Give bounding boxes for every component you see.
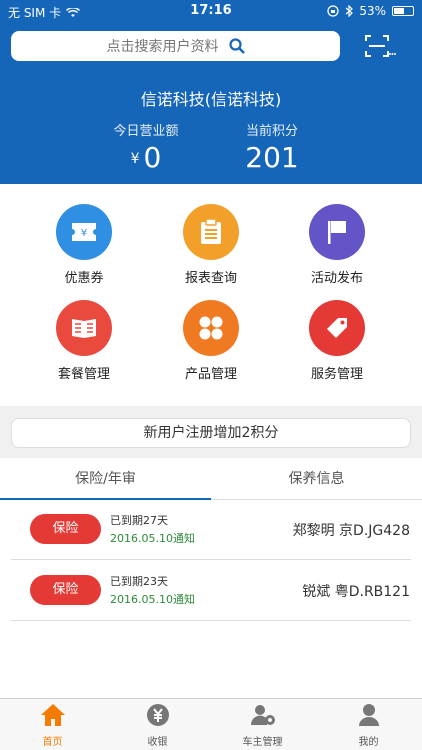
grid-item-product[interactable]: 产品管理 [156,300,266,382]
cashier-icon [146,704,169,726]
tab-insurance[interactable]: 保险/年审 [0,458,211,500]
scan-icon[interactable] [364,34,396,58]
divider [11,559,411,560]
home-icon [40,704,65,726]
coupon-icon: ¥ [56,204,112,260]
search-bar[interactable]: 点击搜索用户资料 [11,31,340,61]
grid-item-label: 活动发布 [310,271,363,286]
revenue-label: 今日营业额 [113,124,179,139]
list-item[interactable]: 保险 已到期23天 2016.05.10通知 锐斌 粤D.RB121 [0,561,422,621]
revenue-value: 0 [143,141,162,174]
status-bar: 无 SIM 卡 17:16 53% [0,0,422,22]
grid-item-label: 优惠券 [64,271,104,286]
expire-text: 已到期23天 [110,575,168,588]
svg-text:¥: ¥ [81,228,87,239]
points-label: 当前积分 [245,124,298,139]
record-list: 保险 已到期27天 2016.05.10通知 郑黎明 京D.JG428 保险 已… [0,500,422,698]
clipboard-icon [183,204,239,260]
grid-item-label: 报表查询 [184,271,237,286]
owner-manage-icon [250,705,275,725]
status-badge[interactable]: 保险 [30,514,101,544]
grid-item-label: 产品管理 [184,367,237,382]
search-icon [228,38,245,54]
tabbar-label: 我的 [358,737,379,748]
tabbar-item-cashier[interactable]: 收银 [105,703,210,748]
tabbar-item-home[interactable]: 首页 [0,703,105,748]
grid-icon [183,300,239,356]
battery-percent: 53% [359,4,386,18]
grid-item-report[interactable]: 报表查询 [156,204,266,286]
bluetooth-icon [345,5,354,17]
tab-maintenance[interactable]: 保养信息 [211,458,422,500]
divider [11,620,411,621]
bottom-tab-bar: 首页 收银 车主管理 我的 [0,698,422,750]
status-badge[interactable]: 保险 [30,575,101,605]
list-item[interactable]: 保险 已到期27天 2016.05.10通知 郑黎明 京D.JG428 [0,500,422,560]
owner-plate: 锐斌 粤D.RB121 [302,584,410,600]
grid-item-service[interactable]: 服务管理 [282,300,392,382]
grid-item-package[interactable]: 套餐管理 [29,300,139,382]
header: 无 SIM 卡 17:16 53% 点击搜索用户资料 信诺科技(信诺科技) 今日… [0,0,422,184]
tabbar-item-owner-manage[interactable]: 车主管理 [210,703,315,748]
tabbar-item-profile[interactable]: 我的 [316,703,421,748]
revenue-stat: 今日营业额 ¥0 [101,120,191,174]
book-icon [56,300,112,356]
points-value: 201 [245,141,299,174]
grid-item-label: 服务管理 [310,367,363,382]
tag-icon [309,300,365,356]
flag-icon [309,204,365,260]
battery-icon [392,6,414,16]
promo-banner[interactable]: 新用户注册增加2积分 [11,418,411,448]
notify-date: 2016.05.10通知 [110,532,195,545]
grid-item-coupon[interactable]: ¥ 优惠券 [29,204,139,286]
expire-text: 已到期27天 [110,514,168,527]
company-name: 信诺科技(信诺科技) [140,90,282,109]
orientation-lock-icon [327,5,339,17]
tabbar-label: 收银 [147,737,168,748]
owner-plate: 郑黎明 京D.JG428 [292,523,410,539]
tabbar-label: 车主管理 [242,737,283,748]
battery-fill [394,8,404,14]
grid-item-label: 套餐管理 [57,367,110,382]
currency-symbol: ¥ [130,151,140,167]
tabbar-label: 首页 [42,737,63,748]
profile-icon [358,704,379,726]
points-stat: 当前积分 201 [226,120,318,174]
notify-date: 2016.05.10通知 [110,593,195,606]
grid-item-activity[interactable]: 活动发布 [282,204,392,286]
tab-bar: 保险/年审 保养信息 [0,458,422,500]
function-grid: ¥ 优惠券 报表查询 活动发布 套餐管理 产品管理 服务管理 [0,184,422,406]
search-placeholder: 点击搜索用户资料 [106,39,219,55]
